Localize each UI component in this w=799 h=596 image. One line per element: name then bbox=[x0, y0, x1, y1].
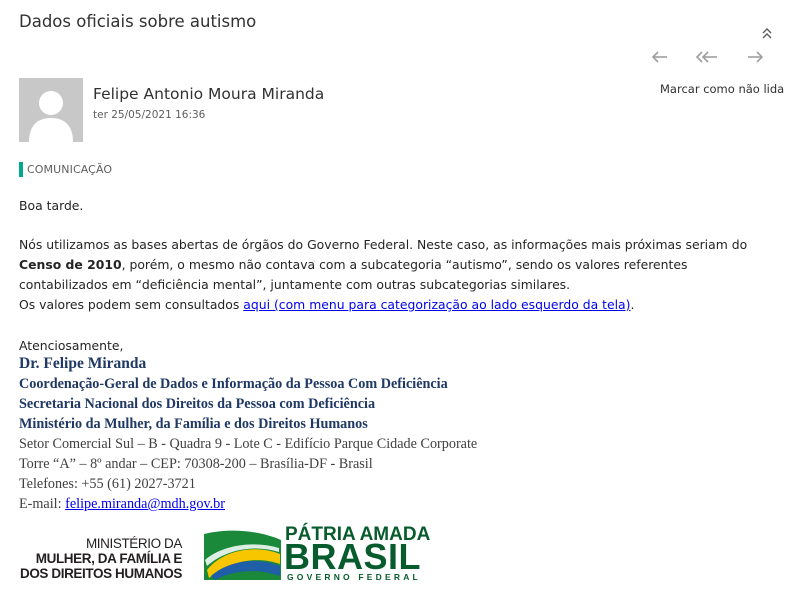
data-link[interactable]: aqui (com menu para categorização ao lad… bbox=[243, 297, 630, 312]
ministry-logo-line-3: DOS DIREITOS HUMANOS bbox=[19, 566, 182, 581]
email-subject: Dados oficiais sobre autismo bbox=[19, 12, 257, 31]
mark-unread-link[interactable]: Marcar como não lida bbox=[660, 82, 784, 96]
body-paragraph-2: Os valores podem sem consultados aqui (c… bbox=[19, 295, 779, 315]
brand-line-3: GOVERNO FEDERAL bbox=[287, 572, 421, 582]
collapse-icon[interactable] bbox=[757, 24, 777, 42]
signature-name: Dr. Felipe Miranda bbox=[19, 355, 147, 372]
forward-icon[interactable] bbox=[743, 48, 767, 66]
signature-email-line: E-mail: felipe.miranda@mdh.gov.br bbox=[19, 496, 225, 513]
signature-line-3: Ministério da Mulher, da Família e dos D… bbox=[19, 416, 368, 432]
signature-line-1: Coordenação-Geral de Dados e Informação … bbox=[19, 376, 448, 392]
ministry-logo-line-1: MINISTÉRIO DA bbox=[85, 536, 182, 551]
p2-suffix: . bbox=[630, 297, 635, 312]
email-date: ter 25/05/2021 16:36 bbox=[93, 109, 206, 121]
greeting: Boa tarde. bbox=[19, 198, 84, 213]
p1-text-a: Nós utilizamos as bases abertas de órgão… bbox=[19, 237, 748, 252]
reply-icon[interactable] bbox=[648, 48, 672, 66]
signature-email-link[interactable]: felipe.miranda@mdh.gov.br bbox=[65, 496, 225, 512]
signature-address-2: Torre “A” – 8º andar – CEP: 70308-200 – … bbox=[19, 456, 373, 472]
sender-name[interactable]: Felipe Antonio Moura Miranda bbox=[93, 85, 324, 103]
email-label: E-mail: bbox=[19, 496, 66, 512]
closing: Atenciosamente, bbox=[19, 338, 124, 353]
p2-prefix: Os valores podem sem consultados bbox=[19, 297, 244, 312]
ministry-logo-line-2: MULHER, DA FAMÍLIA E bbox=[35, 551, 183, 566]
avatar[interactable] bbox=[19, 78, 83, 142]
body-paragraph-1: Nós utilizamos as bases abertas de órgão… bbox=[19, 235, 779, 295]
signature-phone: Telefones: +55 (61) 2027-3721 bbox=[19, 476, 196, 492]
category-tag[interactable]: COMUNICAÇÃO bbox=[19, 162, 112, 177]
signature-address-1: Setor Comercial Sul – B - Quadra 9 - Lot… bbox=[19, 436, 478, 452]
reply-all-icon[interactable] bbox=[695, 48, 719, 66]
ministry-logo: MINISTÉRIO DA MULHER, DA FAMÍLIA E DOS D… bbox=[18, 536, 182, 584]
signature-line-2: Secretaria Nacional dos Direitos da Pess… bbox=[19, 396, 376, 412]
census-bold: Censo de 2010 bbox=[19, 257, 122, 272]
